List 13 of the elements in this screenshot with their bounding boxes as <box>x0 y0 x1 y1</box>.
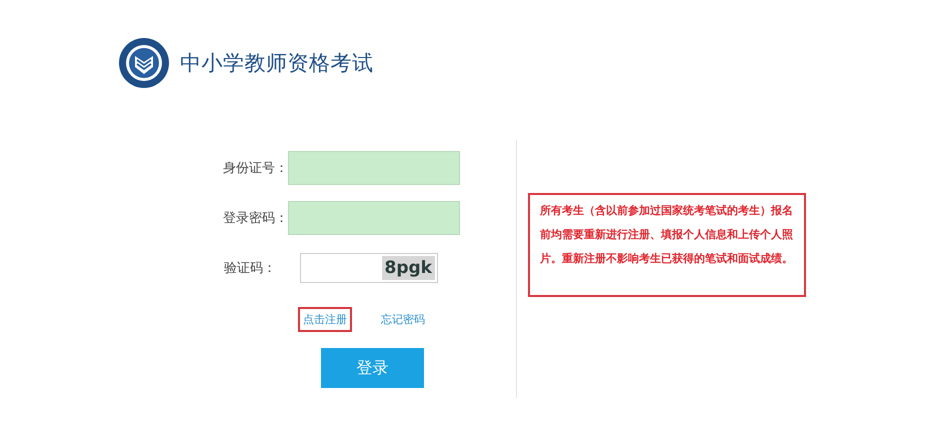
notice-text: 所有考生（含以前参加过国家统考笔试的考生）报名前均需要重新进行注册、填报个人信息和上传个人照片。重新注册不影响考生已获得的笔试和面试成绩。 <box>528 193 806 297</box>
captcha-image[interactable]: 8pgk <box>382 256 435 280</box>
field-label: 登录密码： <box>222 210 288 227</box>
input-field[interactable] <box>288 201 460 235</box>
link[interactable]: 点击注册 <box>298 307 352 332</box>
field-label: 验证码： <box>223 260 277 277</box>
link[interactable]: 忘记密码 <box>376 307 430 332</box>
field-label: 身份证号： <box>222 160 288 177</box>
login-button[interactable]: 登录 <box>321 348 424 388</box>
captcha-field[interactable]: 8pgk <box>300 253 438 283</box>
logo-icon <box>118 37 170 89</box>
input-field[interactable] <box>288 151 460 185</box>
site-title: 中小学教师资格考试 <box>180 50 374 77</box>
